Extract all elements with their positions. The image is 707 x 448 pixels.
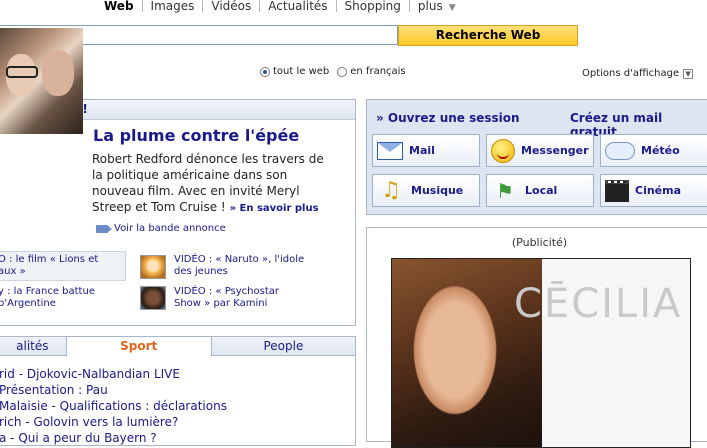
sport-news-list: rid - Djokovic-Nalbandian LIVE Présentat… [0,366,227,446]
glasses [6,66,38,78]
trailer-label: Voir la bande annonce [114,223,226,234]
tab-actualites-news[interactable]: alités [0,337,67,356]
clapperboard-icon [605,179,629,202]
service-label: Cinéma [635,184,682,197]
video-link[interactable]: VIDÉO : « Psychostar Show » par Kamini [174,286,279,310]
video-line: VIDÉO : « Naruto », l'idole [174,254,305,265]
list-item[interactable]: rich - Golovin vers la lumière? [0,414,227,430]
tab-web[interactable]: Web [96,0,143,12]
mail-icon [377,141,403,160]
service-label: Mail [409,144,435,157]
mini-news-line: aux » [0,266,26,277]
service-mail-button[interactable]: Mail [372,134,480,167]
mini-news-line: p'Argentine [0,298,56,309]
tab-images[interactable]: Images [143,0,204,12]
video-link[interactable]: VIDÉO : « Naruto », l'idole des jeunes [174,254,304,278]
tab-plus-label: plus [417,0,443,13]
tab-people[interactable]: People [211,337,355,356]
messenger-smiley-icon [491,138,515,163]
list-item[interactable]: Malaisie - Qualifications : déclarations [0,398,227,414]
list-item[interactable]: Présentation : Pau [0,382,227,398]
trailer-link[interactable]: Voir la bande annonce [96,223,226,234]
service-label: Messenger [521,144,589,157]
radio-all-web[interactable] [260,66,270,77]
service-label: Local [525,184,558,197]
weather-cloud-icon [605,136,635,160]
video-line: des jeunes [174,266,228,277]
tab-shopping[interactable]: Shopping [337,0,410,12]
headline-thumbnail[interactable] [0,28,83,134]
chevron-down-icon: ▼ [448,3,456,13]
ad-label: (Publicité) [511,236,568,249]
tab-plus[interactable]: plus ▼ [410,0,464,13]
search-vertical-tabs: Web Images Vidéos Actualités Shopping pl… [96,0,464,16]
radio-french-label[interactable]: en français [350,66,405,77]
mini-news-item[interactable]: y : la France battue p'Argentine [0,286,95,310]
service-messenger-button[interactable]: Messenger [486,134,594,167]
tab-videos[interactable]: Vidéos [203,0,261,12]
headline-link[interactable]: La plume contre l'épée [93,126,299,145]
video-line: VIDÉO : « Psychostar [174,286,280,297]
signpost-icon: ⚑ [496,178,514,203]
ad-banner[interactable]: CĒCILIA [391,258,691,448]
music-note-icon: ♫ [381,177,401,203]
service-local-button[interactable]: ⚑ Local [486,174,594,207]
mini-news-item[interactable]: O : le film « Lions et aux » [0,254,98,278]
service-label: Musique [411,184,464,197]
service-musique-button[interactable]: ♫ Musique [372,174,480,207]
service-meteo-button[interactable]: Météo [600,134,707,167]
display-options[interactable]: Options d'affichage ▼ [582,68,694,79]
search-button[interactable]: Recherche Web [398,25,578,46]
service-cinema-button[interactable]: Cinéma [600,174,707,207]
face-right [42,50,74,96]
radio-french[interactable] [337,66,348,77]
display-options-label: Options d'affichage [582,68,680,79]
radio-all-web-label[interactable]: tout le web [273,66,329,77]
mini-news-line: O : le film « Lions et [0,254,99,265]
mini-news-line: y : la France battue [0,286,95,297]
dropdown-arrow-icon: ▼ [683,68,694,79]
search-scope-radios: tout le web en français [260,66,414,77]
sign-in-link[interactable]: » Ouvrez une session [376,111,520,125]
video-thumbnail[interactable] [140,286,166,310]
news-tabs-panel: alités Sport People rid - Djokovic-Nalba… [0,336,356,446]
headline-summary: Robert Redford dénonce les travers de la… [92,151,332,217]
video-thumbnail[interactable] [140,255,166,279]
news-category-tabs: alités Sport People [0,337,355,356]
advertisement-panel: (Publicité) CĒCILIA [366,227,707,448]
more-link[interactable]: » En savoir plus [230,203,319,214]
list-item[interactable]: a - Qui a peur du Bayern ? [0,430,227,446]
tab-actualites[interactable]: Actualités [260,0,337,12]
video-camera-icon [96,224,112,233]
service-label: Météo [641,144,680,157]
ad-brand-logo: CĒCILIA [514,281,683,327]
tab-sport[interactable]: Sport [66,337,212,356]
video-line: Show » par Kamini [174,298,268,309]
list-item[interactable]: rid - Djokovic-Nalbandian LIVE [0,366,227,382]
